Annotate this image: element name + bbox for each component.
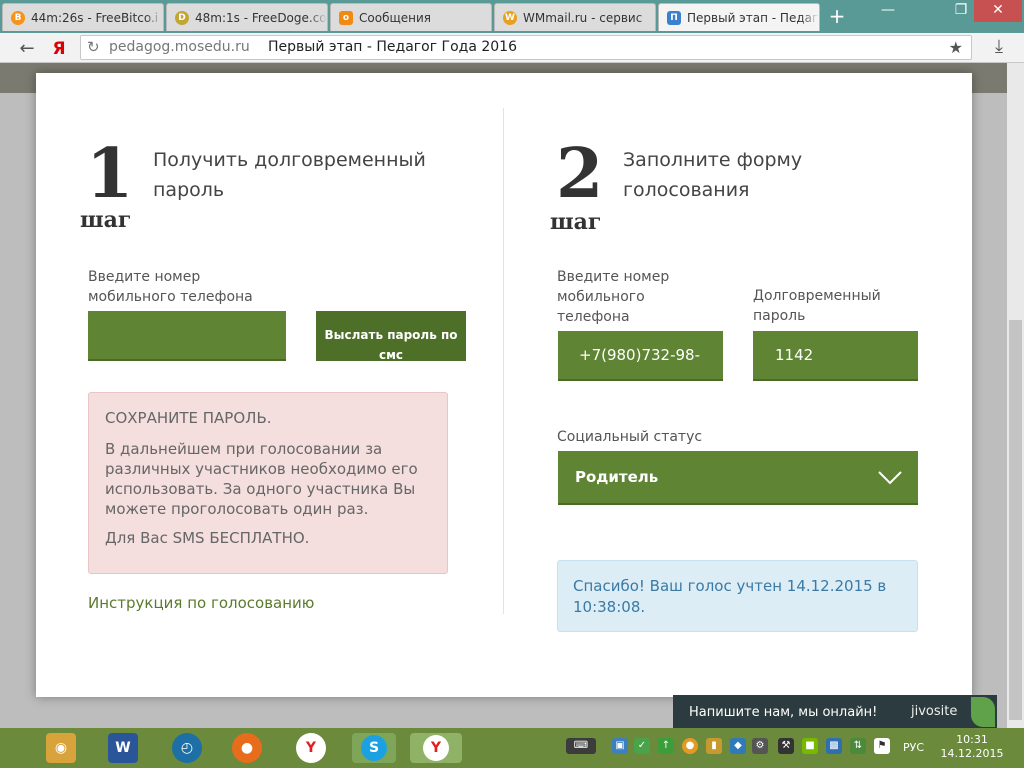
system-clock[interactable]: 10:31 14.12.2015: [940, 733, 1004, 761]
social-status-select[interactable]: Родитель: [558, 451, 918, 505]
social-status-value: Родитель: [575, 468, 659, 486]
password-label: Долговременный пароль: [753, 288, 881, 324]
alert-body: В дальнейшем при голосовании за различны…: [105, 440, 418, 518]
language-indicator[interactable]: РУС: [903, 741, 924, 754]
doge-icon: D: [175, 10, 189, 25]
step2-word: шаг: [550, 209, 602, 235]
url-field[interactable]: ↻ pedagog.mosedu.ru Первый этап - Педаго…: [80, 35, 972, 60]
keyboard-icon[interactable]: ⌨: [566, 738, 596, 754]
mosedu-icon: П: [667, 10, 681, 25]
tab-pedagog-active[interactable]: П Первый этап - Педаг: [658, 3, 820, 31]
tab-wmmail[interactable]: W WMmail.ru - сервис: [494, 3, 656, 31]
step2-number: 2: [556, 134, 604, 214]
tray-check-icon[interactable]: ✓: [634, 738, 650, 754]
jivosite-leaf-icon: [971, 697, 995, 727]
voting-instruction-link[interactable]: Инструкция по голосованию: [88, 594, 314, 612]
yandex-logo-icon[interactable]: Я: [48, 38, 70, 60]
wmmail-icon: W: [503, 10, 517, 25]
jivosite-chat-widget[interactable]: Напишите нам, мы онлайн! jivosite: [673, 695, 997, 730]
skype-icon: S: [361, 735, 387, 761]
url-page-title: Первый этап - Педагог Года 2016: [268, 39, 517, 55]
flag-icon[interactable]: ⚑: [874, 738, 890, 754]
tray-shield-icon[interactable]: ◆: [730, 738, 746, 754]
tab-title: WMmail.ru - сервис: [523, 10, 643, 25]
minimize-icon[interactable]: —: [875, 0, 901, 22]
url-site: pedagog.mosedu.ru: [109, 39, 250, 55]
chevron-down-icon: [878, 471, 902, 485]
yandex-browser-icon: Y: [423, 735, 449, 761]
tray-folder-icon[interactable]: ▮: [706, 738, 722, 754]
step2-phone-label: Введите номер мобильного телефона: [557, 269, 670, 325]
paint-icon[interactable]: ◉: [46, 733, 76, 763]
jivosite-logo: jivosite: [911, 704, 958, 719]
new-tab-button[interactable]: +: [826, 5, 848, 27]
step2-title: Заполните форму голосования: [623, 149, 803, 201]
yandex-browser-icon[interactable]: Y: [296, 733, 326, 763]
skype-taskbar-button[interactable]: S: [352, 733, 396, 763]
tab-freedoge[interactable]: D 48m:1s - FreeDoge.co: [166, 3, 328, 31]
step1-phone-label: Введите номер мобильного телефона: [88, 269, 253, 305]
bookmark-star-icon[interactable]: ★: [949, 36, 963, 59]
save-password-alert: СОХРАНИТЕ ПАРОЛЬ. В дальнейшем при голос…: [88, 392, 448, 574]
back-arrow-icon[interactable]: ←: [16, 38, 38, 60]
speedtest-icon[interactable]: ◴: [172, 733, 202, 763]
tray-usb-icon[interactable]: ⚙: [752, 738, 768, 754]
step1-word: шаг: [80, 207, 132, 233]
windows-taskbar: [0, 728, 1024, 768]
tray-network-icon[interactable]: ⇅: [850, 738, 866, 754]
column-divider: [503, 108, 504, 614]
tab-title: Сообщения: [359, 10, 432, 25]
word-icon[interactable]: W: [108, 733, 138, 763]
step2-phone-input[interactable]: +7(980)732-98-: [558, 331, 723, 381]
password-input[interactable]: 1142: [753, 331, 918, 381]
alert-title: СОХРАНИТЕ ПАРОЛЬ.: [105, 409, 272, 427]
tab-freebitcoin[interactable]: B 44m:26s - FreeBitco.i: [2, 3, 164, 31]
step1-phone-input[interactable]: [88, 311, 286, 361]
tab-title: Первый этап - Педаг: [687, 10, 819, 25]
restore-icon[interactable]: ❐: [948, 0, 974, 22]
scrollbar-thumb[interactable]: [1009, 320, 1022, 720]
vote-success-alert: Спасибо! Ваш голос учтен 14.12.2015 в 10…: [557, 560, 918, 632]
bitcoin-icon: B: [11, 10, 25, 25]
reload-icon[interactable]: ↻: [87, 36, 100, 59]
tray-monitor-icon[interactable]: ▩: [826, 738, 842, 754]
yandex-browser-active-button[interactable]: Y: [410, 733, 462, 763]
close-icon[interactable]: ✕: [974, 0, 1022, 22]
tray-tool-icon[interactable]: ⚒: [778, 738, 794, 754]
nvidia-icon[interactable]: ■: [802, 738, 818, 754]
alert-free-sms: Для Вас SMS БЕСПЛАТНО.: [105, 529, 310, 547]
tab-title: 48m:1s - FreeDoge.co: [195, 10, 327, 25]
send-password-sms-button[interactable]: Выслать пароль по смс: [316, 311, 466, 361]
odnoklassniki-icon: о: [339, 10, 353, 25]
step1-title: Получить долговременный пароль: [153, 149, 426, 201]
step1-number: 1: [86, 134, 134, 214]
social-status-label: Социальный статус: [557, 429, 703, 445]
camera-icon[interactable]: ▣: [612, 738, 628, 754]
tray-arrow-icon[interactable]: ↑: [658, 738, 674, 754]
tab-title: 44m:26s - FreeBitco.i: [31, 10, 159, 25]
firefox-icon[interactable]: ●: [232, 733, 262, 763]
tray-orange-icon[interactable]: ●: [682, 738, 698, 754]
chat-prompt: Напишите нам, мы онлайн!: [689, 705, 878, 720]
tab-messages[interactable]: о Сообщения: [330, 3, 492, 31]
download-icon[interactable]: ⤓: [988, 36, 1010, 60]
